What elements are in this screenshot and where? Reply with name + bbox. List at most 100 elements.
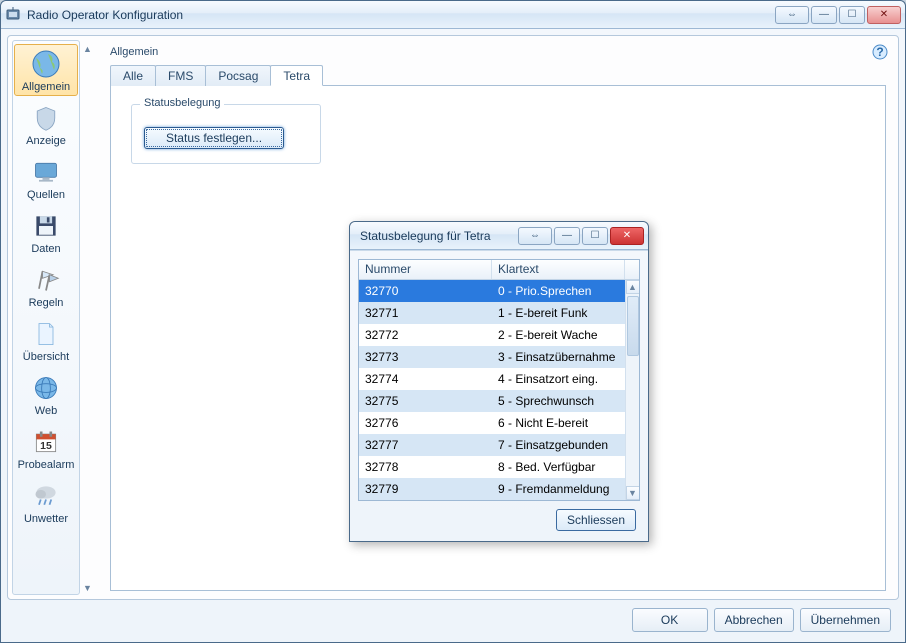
sidebar-item-label: Daten	[31, 243, 60, 255]
sidebar-scrollbar[interactable]: ▲ ▼	[82, 40, 92, 595]
sidebar-item-label: Allgemein	[22, 81, 70, 93]
web-icon	[30, 372, 62, 404]
sidebar: Allgemein Anzeige Quellen Daten	[12, 40, 80, 595]
scroll-thumb[interactable]	[627, 296, 639, 356]
main-window: Radio Operator Konfiguration ⇔ — ☐ ✕ All…	[0, 0, 906, 643]
sidebar-item-daten[interactable]: Daten	[14, 206, 78, 258]
tab-pocsag[interactable]: Pocsag	[205, 65, 271, 86]
sidebar-item-label: Regeln	[29, 297, 64, 309]
page-icon	[30, 318, 62, 350]
dialog-maximize-button[interactable]: ☐	[582, 227, 608, 245]
cell-nummer: 32775	[359, 394, 492, 408]
sidebar-item-label: Übersicht	[23, 351, 69, 363]
groupbox-legend: Statusbelegung	[140, 97, 224, 109]
table-row[interactable]: 327700 - Prio.Sprechen	[359, 280, 625, 302]
table-row[interactable]: 327722 - E-bereit Wache	[359, 324, 625, 346]
sidebar-item-anzeige[interactable]: Anzeige	[14, 98, 78, 150]
cell-nummer: 32770	[359, 284, 492, 298]
table-row[interactable]: 327744 - Einsatzort eing.	[359, 368, 625, 390]
svg-text:?: ?	[876, 45, 883, 59]
scroll-down-icon[interactable]: ▼	[83, 583, 91, 591]
status-festlegen-button[interactable]: Status festlegen...	[144, 127, 284, 149]
footer-buttons: OK Abbrechen Übernehmen	[632, 608, 891, 632]
table-row[interactable]: 327788 - Bed. Verfügbar	[359, 456, 625, 478]
cell-klartext: 4 - Einsatzort eing.	[492, 372, 625, 386]
dialog-titlebar[interactable]: Statusbelegung für Tetra ⇔ — ☐ ✕	[350, 222, 648, 250]
weather-icon	[30, 480, 62, 512]
sidebar-item-web[interactable]: Web	[14, 368, 78, 420]
tab-strip: Alle FMS Pocsag Tetra	[110, 64, 886, 86]
statusbelegung-group: Statusbelegung Status festlegen...	[131, 104, 321, 164]
status-dialog: Statusbelegung für Tetra ⇔ — ☐ ✕ Nummer …	[349, 221, 649, 542]
cell-klartext: 2 - E-bereit Wache	[492, 328, 625, 342]
cell-nummer: 32779	[359, 482, 492, 496]
close-button[interactable]: ✕	[867, 6, 901, 24]
grid-header: Nummer Klartext	[359, 260, 639, 280]
cell-nummer: 32776	[359, 416, 492, 430]
dialog-close-button[interactable]: ✕	[610, 227, 644, 245]
tab-tetra[interactable]: Tetra	[270, 65, 323, 86]
table-row[interactable]: 327755 - Sprechwunsch	[359, 390, 625, 412]
table-row[interactable]: 327766 - Nicht E-bereit	[359, 412, 625, 434]
tab-fms[interactable]: FMS	[155, 65, 206, 86]
shield-icon	[30, 102, 62, 134]
cell-nummer: 32774	[359, 372, 492, 386]
cell-nummer: 32778	[359, 460, 492, 474]
cell-klartext: 6 - Nicht E-bereit	[492, 416, 625, 430]
dialog-resize-button[interactable]: ⇔	[518, 227, 552, 245]
col-header-klartext[interactable]: Klartext	[492, 260, 625, 279]
cell-klartext: 1 - E-bereit Funk	[492, 306, 625, 320]
col-header-nummer[interactable]: Nummer	[359, 260, 492, 279]
sidebar-item-regeln[interactable]: Regeln	[14, 260, 78, 312]
table-row[interactable]: 327799 - Fremdanmeldung	[359, 478, 625, 500]
cell-nummer: 32772	[359, 328, 492, 342]
globe-icon	[30, 48, 62, 80]
cell-nummer: 32777	[359, 438, 492, 452]
table-row[interactable]: 327733 - Einsatzübernahme	[359, 346, 625, 368]
table-row[interactable]: 327777 - Einsatzgebunden	[359, 434, 625, 456]
scroll-up-icon[interactable]: ▲	[83, 44, 91, 52]
monitor-icon	[30, 156, 62, 188]
help-icon[interactable]: ?	[872, 44, 888, 60]
sidebar-item-quellen[interactable]: Quellen	[14, 152, 78, 204]
cell-nummer: 32771	[359, 306, 492, 320]
sidebar-item-uebersicht[interactable]: Übersicht	[14, 314, 78, 366]
sidebar-item-probealarm[interactable]: 15 Probealarm	[14, 422, 78, 474]
grid-scrollbar[interactable]: ▲ ▼	[625, 280, 639, 500]
sidebar-item-label: Anzeige	[26, 135, 66, 147]
section-header: Allgemein	[110, 46, 886, 58]
client-area: Allgemein Anzeige Quellen Daten	[1, 29, 905, 642]
flags-icon	[30, 264, 62, 296]
cell-klartext: 5 - Sprechwunsch	[492, 394, 625, 408]
sidebar-item-label: Probealarm	[18, 459, 75, 471]
cancel-button[interactable]: Abbrechen	[714, 608, 794, 632]
dialog-minimize-button[interactable]: —	[554, 227, 580, 245]
sidebar-item-label: Unwetter	[24, 513, 68, 525]
cell-klartext: 7 - Einsatzgebunden	[492, 438, 625, 452]
cell-klartext: 8 - Bed. Verfügbar	[492, 460, 625, 474]
dialog-title: Statusbelegung für Tetra	[354, 229, 518, 243]
table-row[interactable]: 327711 - E-bereit Funk	[359, 302, 625, 324]
resize-button[interactable]: ⇔	[775, 6, 809, 24]
cell-klartext: 9 - Fremdanmeldung	[492, 482, 625, 496]
apply-button[interactable]: Übernehmen	[800, 608, 891, 632]
main-titlebar[interactable]: Radio Operator Konfiguration ⇔ — ☐ ✕	[1, 1, 905, 29]
sidebar-item-allgemein[interactable]: Allgemein	[14, 44, 78, 96]
scroll-down-icon[interactable]: ▼	[626, 486, 640, 500]
cell-klartext: 0 - Prio.Sprechen	[492, 284, 625, 298]
scroll-up-icon[interactable]: ▲	[626, 280, 640, 294]
sidebar-item-label: Web	[35, 405, 57, 417]
tab-alle[interactable]: Alle	[110, 65, 156, 86]
app-icon	[5, 7, 21, 23]
svg-text:15: 15	[40, 440, 52, 452]
maximize-button[interactable]: ☐	[839, 6, 865, 24]
dialog-client: Nummer Klartext 327700 - Prio.Sprechen32…	[350, 250, 648, 541]
status-grid: Nummer Klartext 327700 - Prio.Sprechen32…	[358, 259, 640, 501]
sidebar-item-unwetter[interactable]: Unwetter	[14, 476, 78, 528]
calendar-icon: 15	[30, 426, 62, 458]
minimize-button[interactable]: —	[811, 6, 837, 24]
schliessen-button[interactable]: Schliessen	[556, 509, 636, 531]
cell-nummer: 32773	[359, 350, 492, 364]
window-title: Radio Operator Konfiguration	[27, 8, 775, 22]
ok-button[interactable]: OK	[632, 608, 708, 632]
